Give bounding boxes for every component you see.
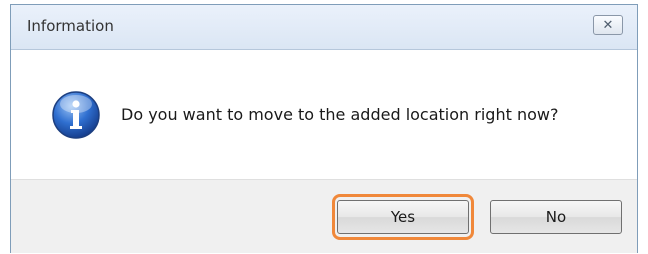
- yes-button[interactable]: Yes: [337, 200, 469, 234]
- close-icon: ✕: [602, 17, 614, 33]
- information-dialog: Information ✕ Do you want to move to the…: [10, 4, 638, 253]
- no-button[interactable]: No: [490, 200, 622, 234]
- yes-button-label: Yes: [390, 208, 416, 226]
- button-bar: Yes No: [11, 180, 637, 254]
- title-bar: Information ✕: [11, 5, 637, 50]
- close-button[interactable]: ✕: [593, 15, 623, 35]
- no-button-label: No: [545, 208, 567, 226]
- message-text: Do you want to move to the added locatio…: [121, 105, 559, 124]
- window-title: Information: [27, 17, 114, 35]
- info-icon: [52, 91, 100, 139]
- dialog-content: Do you want to move to the added locatio…: [11, 50, 637, 180]
